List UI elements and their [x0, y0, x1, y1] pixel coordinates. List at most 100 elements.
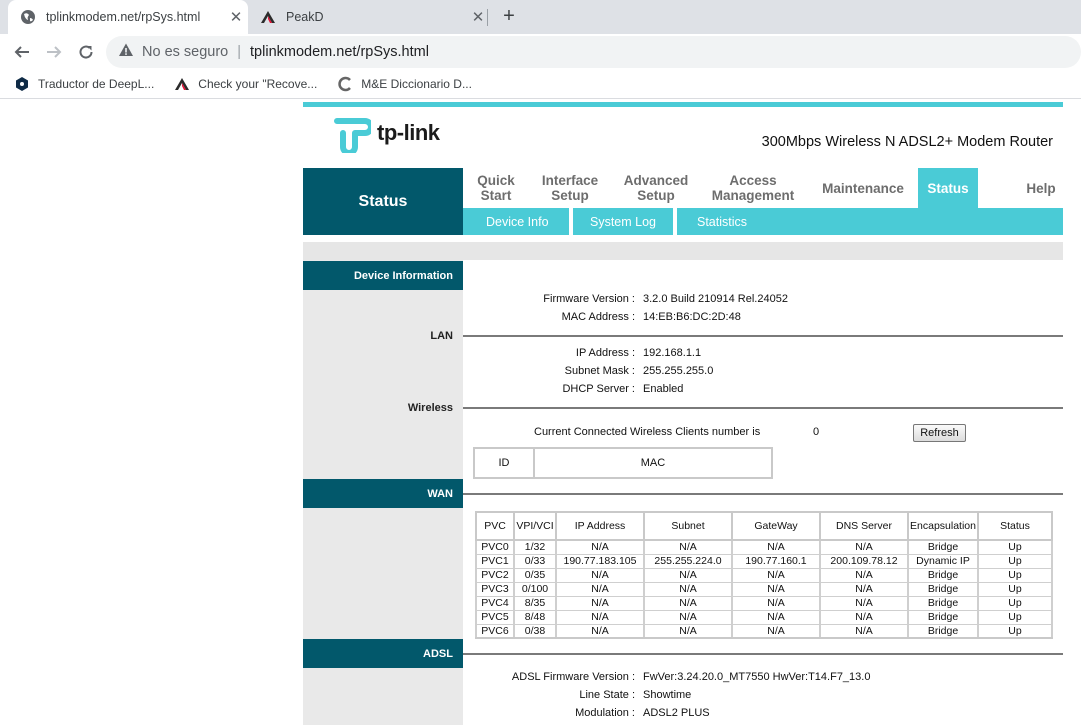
bookmark-peakd[interactable]: Check your "Recove...	[174, 76, 317, 92]
table-cell: Dynamic IP	[907, 553, 979, 569]
modulation-label: Modulation :	[575, 707, 635, 719]
me-dictionary-icon	[337, 76, 353, 92]
bookmark-label: Check your "Recove...	[198, 77, 318, 91]
ip-address-value: 192.168.1.1	[643, 347, 702, 359]
close-tab-icon[interactable]: ✕	[224, 8, 248, 26]
table-row: PVC2 0/35 N/A N/A N/A N/A Bridge Up	[475, 567, 1053, 583]
firmware-version-row: Firmware Version : 3.2.0 Build 210914 Re…	[463, 293, 1063, 307]
column-header-status: Status	[977, 511, 1053, 541]
dhcp-server-label: DHCP Server :	[562, 383, 635, 395]
adsl-firmware-label: ADSL Firmware Version :	[511, 671, 635, 683]
submenu-device-info[interactable]: Device Info	[486, 208, 549, 235]
mac-address-row: MAC Address : 14:EB:B6:DC:2D:48	[463, 311, 1063, 325]
table-cell: 255.255.224.0	[643, 553, 733, 569]
table-cell: Up	[977, 553, 1053, 569]
submenu-separator	[569, 208, 573, 235]
tplink-logo: tp-link	[331, 113, 440, 153]
column-header-pvc: PVC	[475, 511, 515, 541]
subnet-mask-label: Subnet Mask :	[564, 365, 635, 377]
wireless-clients-row: Current Connected Wireless Clients numbe…	[463, 424, 1063, 445]
modulation-value: ADSL2 PLUS	[643, 707, 710, 719]
menu-advanced-setup[interactable]: Advanced Setup	[615, 168, 697, 208]
ip-address-label: IP Address :	[575, 347, 635, 359]
menu-access-management[interactable]: Access Management	[703, 168, 803, 208]
column-header-gateway: GateWay	[731, 511, 821, 541]
line-state-row: Line State : Showtime	[463, 689, 1063, 703]
menu-interface-setup[interactable]: Interface Setup	[535, 168, 605, 208]
table-cell: 8/48	[513, 609, 557, 625]
table-cell: N/A	[819, 567, 909, 583]
table-cell: N/A	[643, 609, 733, 625]
bookmark-deepl[interactable]: Traductor de DeepL...	[14, 76, 154, 92]
table-cell: N/A	[555, 581, 645, 597]
router-page: tp-link 300Mbps Wireless N ADSL2+ Modem …	[303, 99, 1063, 725]
address-bar[interactable]: No es seguro | tplinkmodem.net/rpSys.htm…	[106, 36, 1081, 68]
table-cell: 0/35	[513, 567, 557, 583]
back-arrow-icon[interactable]	[10, 40, 34, 64]
forward-arrow-icon[interactable]	[42, 40, 66, 64]
table-cell: N/A	[819, 539, 909, 555]
wireless-clients-table: ID MAC	[473, 447, 773, 479]
section-device-information: Device Information	[303, 261, 463, 290]
main-menu: Quick Start Interface Setup Advanced Setup …	[463, 168, 1063, 208]
section-divider	[463, 493, 1063, 495]
column-header-subnet: Subnet	[643, 511, 733, 541]
submenu-system-log[interactable]: System Log	[590, 208, 656, 235]
new-tab-button[interactable]: +	[498, 6, 520, 28]
wireless-clients-count: 0	[813, 426, 820, 438]
column-header-mac: MAC	[533, 447, 773, 479]
security-status[interactable]: No es seguro	[142, 44, 228, 60]
table-cell: N/A	[819, 595, 909, 611]
bookmark-label: M&E Diccionario D...	[361, 77, 472, 91]
menu-help[interactable]: Help	[1013, 168, 1069, 208]
table-cell: N/A	[819, 623, 909, 639]
mac-address-value: 14:EB:B6:DC:2D:48	[643, 311, 741, 323]
table-cell: N/A	[731, 623, 821, 639]
section-adsl: ADSL	[303, 639, 463, 668]
table-cell: N/A	[643, 595, 733, 611]
column-header-ip-address: IP Address	[555, 511, 645, 541]
sub-menu: Device Info System Log Statistics	[463, 208, 1063, 235]
table-cell: N/A	[643, 581, 733, 597]
table-header-row: ID MAC	[473, 447, 773, 479]
warning-triangle-icon[interactable]	[118, 42, 134, 62]
menu-status[interactable]: Status	[918, 168, 978, 208]
firmware-version-value: 3.2.0 Build 210914 Rel.24052	[643, 293, 788, 305]
table-cell: PVC4	[475, 595, 515, 611]
tab-peakd[interactable]: PeakD ✕	[250, 0, 490, 34]
table-row: PVC1 0/33 190.77.183.105 255.255.224.0 190.7…	[475, 553, 1053, 569]
firmware-version-label: Firmware Version :	[543, 293, 635, 305]
reload-icon[interactable]	[74, 40, 98, 64]
section-divider	[463, 407, 1063, 409]
browser-toolbar: No es seguro | tplinkmodem.net/rpSys.htm…	[0, 34, 1081, 70]
table-cell: 190.77.160.1	[731, 553, 821, 569]
table-cell: N/A	[643, 539, 733, 555]
table-cell: N/A	[731, 609, 821, 625]
tplink-logo-icon	[334, 118, 371, 153]
table-cell: N/A	[555, 539, 645, 555]
table-cell: Up	[977, 623, 1053, 639]
current-section-title: Status	[303, 168, 463, 235]
table-cell: Up	[977, 539, 1053, 555]
column-header-dns-server: DNS Server	[819, 511, 909, 541]
table-cell: PVC1	[475, 553, 515, 569]
tab-separator	[487, 9, 488, 26]
subnet-mask-value: 255.255.255.0	[643, 365, 714, 377]
table-cell: PVC2	[475, 567, 515, 583]
table-cell: Bridge	[907, 539, 979, 555]
tab-rpsys[interactable]: tplinkmodem.net/rpSys.html ✕	[8, 0, 248, 34]
table-cell: Up	[977, 567, 1053, 583]
table-cell: N/A	[731, 567, 821, 583]
submenu-statistics[interactable]: Statistics	[697, 208, 747, 235]
table-cell: 0/33	[513, 553, 557, 569]
address-separator: |	[237, 44, 242, 60]
table-cell: N/A	[555, 609, 645, 625]
bookmark-me-diccionario[interactable]: M&E Diccionario D...	[337, 76, 472, 92]
table-cell: PVC3	[475, 581, 515, 597]
url-text[interactable]: tplinkmodem.net/rpSys.html	[250, 44, 429, 60]
menu-quick-start[interactable]: Quick Start	[463, 168, 529, 208]
refresh-button[interactable]: Refresh	[913, 424, 966, 442]
menu-maintenance[interactable]: Maintenance	[815, 168, 911, 208]
table-cell: N/A	[819, 609, 909, 625]
dhcp-server-row: DHCP Server : Enabled	[463, 383, 1063, 397]
